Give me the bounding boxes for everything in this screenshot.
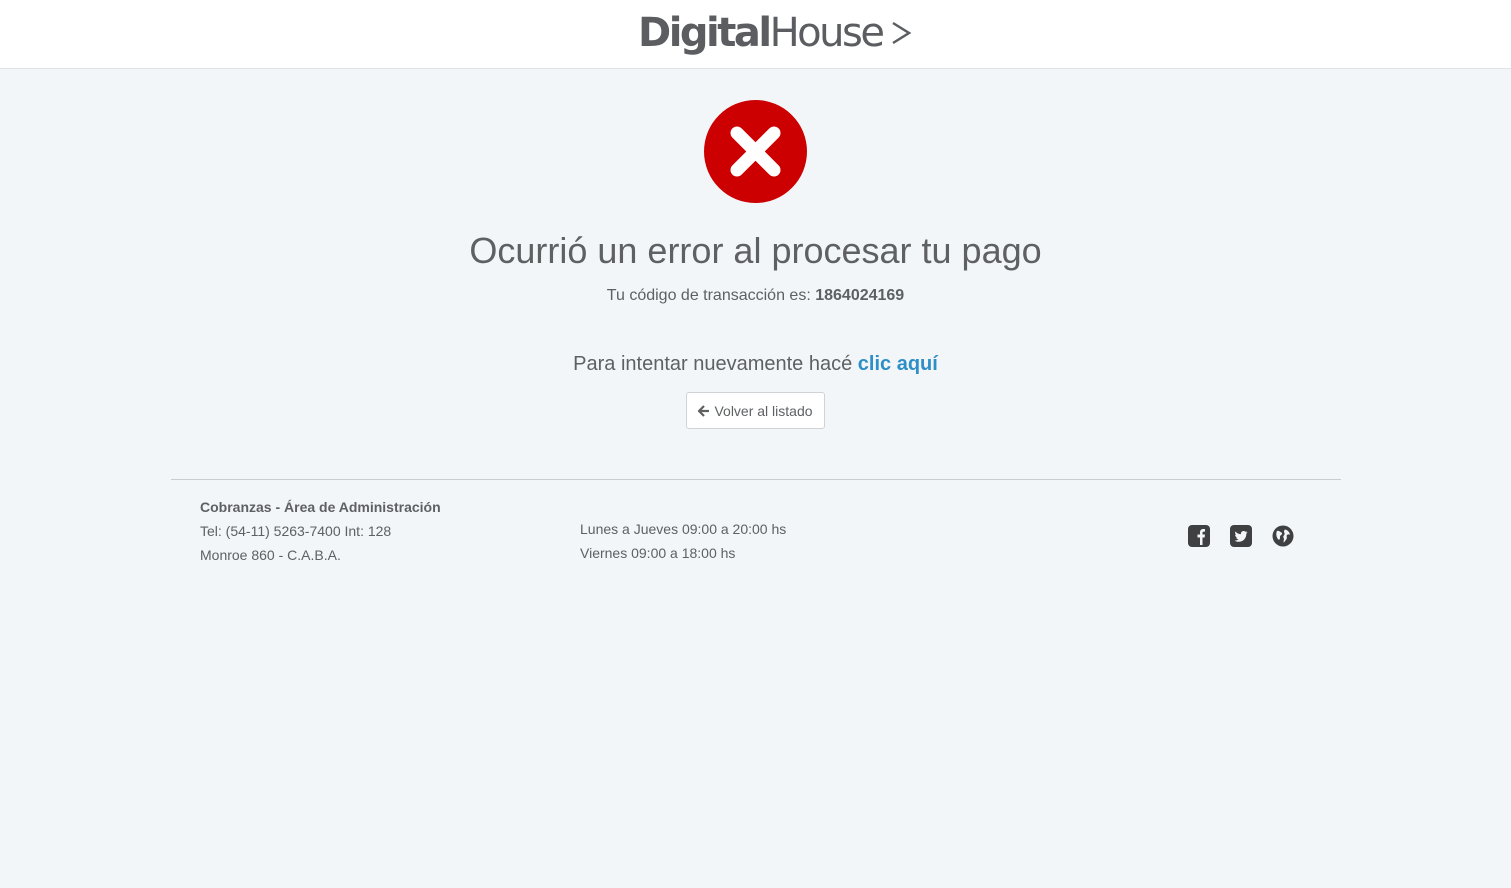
back-button-label: Volver al listado (714, 402, 813, 419)
transaction-code-line: Tu código de transacción es: 1864024169 (0, 287, 1511, 305)
transaction-label: Tu código de transacción es: (606, 287, 811, 304)
footer-department: Cobranzas - Área de Administración (200, 499, 441, 515)
footer-contact: Cobranzas - Área de Administración Tel: … (200, 495, 441, 567)
retry-link[interactable]: clic aquí (858, 353, 938, 375)
globe-icon[interactable] (1272, 525, 1294, 547)
retry-text: Para intentar nuevamente hacé (573, 353, 853, 375)
logo-text-bold: Digital (638, 10, 772, 56)
digitalhouse-logo[interactable]: Digital House (638, 10, 912, 56)
facebook-icon[interactable] (1188, 525, 1210, 547)
footer-address: Monroe 860 - C.A.B.A. (200, 547, 341, 563)
footer-hours-friday: Viernes 09:00 a 18:00 hs (580, 545, 736, 561)
transaction-code: 1864024169 (815, 287, 905, 304)
arrow-left-icon (698, 404, 710, 417)
footer-phone: Tel: (54-11) 5263-7400 Int: 128 (200, 523, 392, 539)
page-title: Ocurrió un error al procesar tu pago (469, 230, 1042, 271)
back-to-list-button[interactable]: Volver al listado (686, 392, 825, 429)
error-x-icon (704, 100, 807, 203)
header-bar: Digital House (0, 0, 1511, 69)
footer-hours-weekdays: Lunes a Jueves 09:00 a 20:00 hs (580, 521, 787, 537)
retry-line: Para intentar nuevamente hacé clic aquí (0, 353, 1511, 376)
logo-text-light: House (769, 10, 885, 56)
logo-chevron-icon (892, 21, 912, 45)
twitter-icon[interactable] (1230, 525, 1252, 547)
footer-hours: Lunes a Jueves 09:00 a 20:00 hs Viernes … (580, 517, 786, 565)
footer-divider (171, 479, 1341, 480)
